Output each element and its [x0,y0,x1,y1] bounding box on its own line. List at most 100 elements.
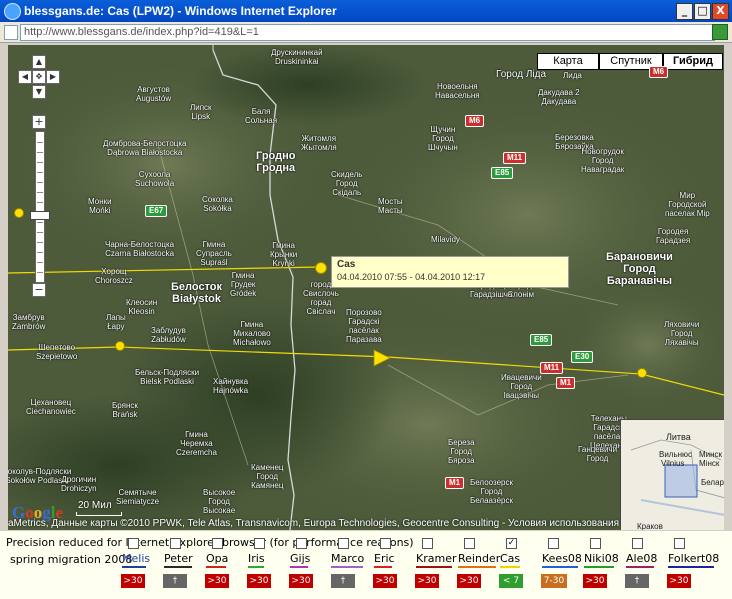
bird-color-line [374,566,392,568]
scale-bar: 20 Мил [76,500,122,516]
place-label: Соколка Sokółka [202,195,233,213]
bird-checkbox-kees08[interactable] [548,538,559,549]
go-icon[interactable] [712,24,728,40]
bird-checkbox-marco[interactable] [338,538,349,549]
bird-checkbox-opa[interactable] [212,538,223,549]
road-shield: M1 [556,377,576,389]
pan-center-button[interactable]: ✥ [32,70,46,84]
road-shield: M1 [445,477,465,489]
place-label: Каменец Город Камянец [251,463,284,490]
place-label: Береза Город Бяроза [448,438,475,465]
bird-checkbox-melis[interactable] [128,538,139,549]
zoom-in-button[interactable]: + [32,115,46,129]
close-button[interactable]: X [712,3,729,20]
overview-label: Мінск [699,459,720,468]
road-shield: E67 [145,205,168,217]
place-label: Гмина Черемха Czeremcha [176,430,217,457]
bird-status-badge: >30 [289,574,313,588]
precision-notice: Precision reduced for Internet Explorer … [6,536,414,549]
bird-status-badge: < 7 [499,574,523,588]
overview-map[interactable]: Литва Вильнюс Vilnius Минск Мінск Белару… [620,419,724,530]
place-label: Домброва-Белостоцка Dąbrowa Białostocka [103,139,187,157]
zoom-out-button[interactable]: − [32,283,46,297]
map-canvas[interactable]: Карта Спутник Гибрид ▲ ◀ ✥ ▶ ▼ + − Друск… [8,45,724,530]
map-copyright: aMetrics, Данные карты ©2010 PPWK, Tele … [8,518,620,529]
place-label: Хорощ Choroszcz [95,267,133,285]
bird-checkbox-peter[interactable] [170,538,181,549]
place-label: Город Ліда [496,69,547,80]
pan-down-button[interactable]: ▼ [32,85,46,99]
bird-checkbox-kramer[interactable] [422,538,433,549]
place-label: Баля Сольная [245,107,278,125]
zoom-slider-handle[interactable] [30,211,50,220]
bird-name-gijs[interactable]: Gijs [290,552,310,565]
track-point-marker[interactable] [115,341,125,351]
bird-status-badge: >30 [415,574,439,588]
place-label: Клеосин Kleosin [126,298,158,316]
place-label: Городея Гарадзея [656,227,691,245]
map-type-map-button[interactable]: Карта [537,53,599,70]
bird-checkbox-gijs[interactable] [296,538,307,549]
road-shield: M11 [540,362,564,374]
season-label: spring migration 2008 [10,553,133,566]
bird-color-line [290,566,308,568]
page-icon [4,25,18,40]
bird-name-folkert08[interactable]: Folkert08 [668,552,719,565]
place-label: Лида [563,71,582,80]
minimize-button[interactable]: _ [676,3,693,20]
bird-name-ale08[interactable]: Ale08 [626,552,657,565]
place-label: Монки Mońki [88,197,112,215]
pan-up-button[interactable]: ▲ [32,55,46,69]
bird-name-cas[interactable]: Cas [500,552,520,565]
maximize-button[interactable]: □ [694,3,711,20]
pan-right-button[interactable]: ▶ [46,70,60,84]
bird-name-kees08[interactable]: Kees08 [542,552,582,565]
place-label: Заблудув Zabłudów [151,326,186,344]
bird-name-eric[interactable]: Eric [374,552,395,565]
bird-checkbox-ale08[interactable] [632,538,643,549]
place-label: Августов Augustów [136,85,172,103]
map-type-hybrid-button[interactable]: Гибрид [663,53,723,70]
overview-label: Vilnius [661,459,685,468]
track-point-marker[interactable] [315,262,327,274]
bird-color-line [500,566,520,568]
bird-status-badge: † [625,574,649,588]
bird-name-marco[interactable]: Marco [331,552,364,565]
place-label: Житомля Жытомля [301,134,337,152]
place-label: Новоельня Навасельня [435,82,480,100]
place-label: Шепетово Szepietowo [36,343,78,361]
place-label: Щучин Город Шчучын [428,125,458,152]
bird-name-melis[interactable]: Melis [122,552,150,565]
bird-name-reinder[interactable]: Reinder [458,552,500,565]
place-label: Семятыче Siemiatycze [116,488,160,506]
place-label: Скидель Город Скідаль [331,170,363,197]
bird-status-badge: >30 [247,574,271,588]
window-title: blessgans.de: Cas (LPW2) - Windows Inter… [24,4,337,18]
title-bar: blessgans.de: Cas (LPW2) - Windows Inter… [0,0,732,22]
url-field[interactable]: http://www.blessgans.de/index.php?id=419… [20,24,715,41]
bird-name-peter[interactable]: Peter [164,552,193,565]
bird-name-niki08[interactable]: Niki08 [584,552,619,565]
bird-status-badge: >30 [205,574,229,588]
bird-checkbox-folkert08[interactable] [674,538,685,549]
pan-left-button[interactable]: ◀ [18,70,32,84]
place-label: Брянск Brańsk [112,401,138,419]
place-label: Мир Городской паселак Мір [665,191,710,218]
bird-status-badge: >30 [667,574,691,588]
bird-name-opa[interactable]: Opa [206,552,228,565]
bird-checkbox-niki08[interactable] [590,538,601,549]
track-point-marker[interactable] [637,368,647,378]
bird-checkbox-reinder[interactable] [464,538,475,549]
zoom-slider-track[interactable] [35,131,45,283]
bird-checkbox-eric[interactable] [380,538,391,549]
bird-checkbox-cas[interactable]: ✓ [506,538,517,549]
info-window[interactable]: Cas 04.04.2010 07:55 - 04.04.2010 12:17 [331,256,569,288]
track-point-marker[interactable] [14,208,24,218]
bird-color-line [331,566,363,568]
place-label: Бельск-Подляски Bielsk Podlaski [135,368,200,386]
bird-status-badge: >30 [457,574,481,588]
place-label: Замбрув Zambrów [12,313,46,331]
bird-name-kramer[interactable]: Kramer [416,552,456,565]
bird-name-iris[interactable]: Iris [248,552,265,565]
bird-checkbox-iris[interactable] [254,538,265,549]
